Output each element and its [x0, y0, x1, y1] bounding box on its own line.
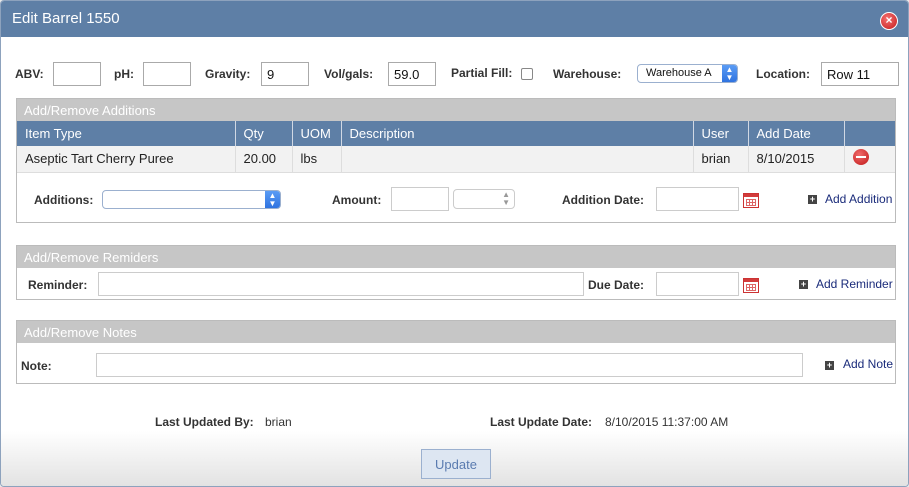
note-input[interactable]: [96, 353, 803, 377]
chevron-updown-icon: ▲ ▼: [722, 65, 737, 82]
edit-barrel-dialog: Edit Barrel 1550 × ABV: pH: Gravity: Vol…: [0, 0, 909, 487]
add-note-link[interactable]: Add Note: [843, 357, 893, 371]
last-update-date-value: 8/10/2015 11:37:00 AM: [605, 415, 729, 429]
column-header-uom: UOM: [292, 121, 342, 146]
addition-date-input[interactable]: [656, 187, 739, 211]
update-button[interactable]: Update: [421, 449, 491, 479]
amount-label: Amount:: [332, 193, 382, 207]
plus-icon: +: [799, 279, 808, 289]
last-updated-by-label: Last Updated By:: [155, 415, 254, 429]
close-icon[interactable]: ×: [880, 12, 898, 30]
notes-panel-header: Add/Remove Notes: [17, 321, 895, 343]
cell-user: brian: [693, 146, 749, 173]
partial-fill-label: Partial Fill:: [451, 66, 513, 80]
cell-qty: 20.00: [235, 146, 293, 173]
partial-fill-checkbox[interactable]: [521, 68, 533, 80]
cell-remove: [844, 146, 895, 173]
location-label: Location:: [756, 67, 810, 81]
last-updated-by-value: brian: [265, 415, 292, 429]
volgals-input[interactable]: [388, 62, 436, 86]
amount-input[interactable]: [391, 187, 449, 211]
warehouse-select[interactable]: Warehouse A ▲ ▼: [637, 64, 738, 83]
amount-unit-select[interactable]: ▲ ▼: [453, 189, 515, 209]
volgals-label: Vol/gals:: [324, 67, 374, 81]
calendar-icon[interactable]: [743, 278, 759, 293]
abv-label: ABV:: [15, 67, 44, 81]
location-input[interactable]: [821, 62, 899, 86]
dialog-title: Edit Barrel 1550: [12, 10, 120, 27]
column-header-qty: Qty: [235, 121, 293, 146]
column-header-add-date: Add Date: [748, 121, 845, 146]
note-label: Note:: [21, 359, 52, 373]
additions-select[interactable]: ▲ ▼: [102, 190, 281, 209]
remove-icon[interactable]: [852, 149, 869, 166]
ph-input[interactable]: [143, 62, 191, 86]
chevron-updown-icon: ▲ ▼: [502, 190, 510, 207]
reminder-label: Reminder:: [28, 278, 88, 292]
add-addition-link[interactable]: Add Addition: [825, 192, 892, 206]
add-reminder-link[interactable]: Add Reminder: [816, 277, 893, 291]
column-header-item-type: Item Type: [17, 121, 236, 146]
plus-icon: +: [825, 360, 834, 370]
due-date-input[interactable]: [656, 272, 739, 296]
dialog-titlebar[interactable]: Edit Barrel 1550 ×: [1, 1, 908, 37]
gravity-input[interactable]: [261, 62, 309, 86]
addition-date-label: Addition Date:: [562, 193, 644, 207]
reminder-input[interactable]: [98, 272, 584, 296]
due-date-label: Due Date:: [588, 278, 645, 292]
gravity-label: Gravity:: [205, 67, 251, 81]
abv-input[interactable]: [53, 62, 101, 86]
reminders-panel-header: Add/Remove Remiders: [17, 246, 895, 268]
additions-label: Additions:: [34, 193, 94, 207]
ph-label: pH:: [114, 67, 134, 81]
column-header-user: User: [693, 121, 749, 146]
chevron-updown-icon: ▲ ▼: [265, 191, 280, 208]
additions-table: Item Type Qty UOM Description User Add D…: [17, 121, 895, 173]
additions-table-header-row: Item Type Qty UOM Description User Add D…: [17, 121, 895, 146]
cell-description: [341, 146, 694, 173]
cell-add-date: 8/10/2015: [748, 146, 845, 173]
column-header-description: Description: [341, 121, 694, 146]
warehouse-label: Warehouse:: [553, 67, 622, 81]
warehouse-select-value: Warehouse A: [646, 67, 712, 79]
column-header-actions: [844, 121, 895, 146]
table-row: Aseptic Tart Cherry Puree 20.00 lbs bria…: [17, 146, 895, 173]
plus-icon: +: [808, 194, 817, 204]
cell-uom: lbs: [292, 146, 342, 173]
additions-panel-header: Add/Remove Additions: [17, 99, 895, 121]
cell-item-type: Aseptic Tart Cherry Puree: [17, 146, 236, 173]
calendar-icon[interactable]: [743, 193, 759, 208]
last-update-date-label: Last Update Date:: [490, 415, 593, 429]
